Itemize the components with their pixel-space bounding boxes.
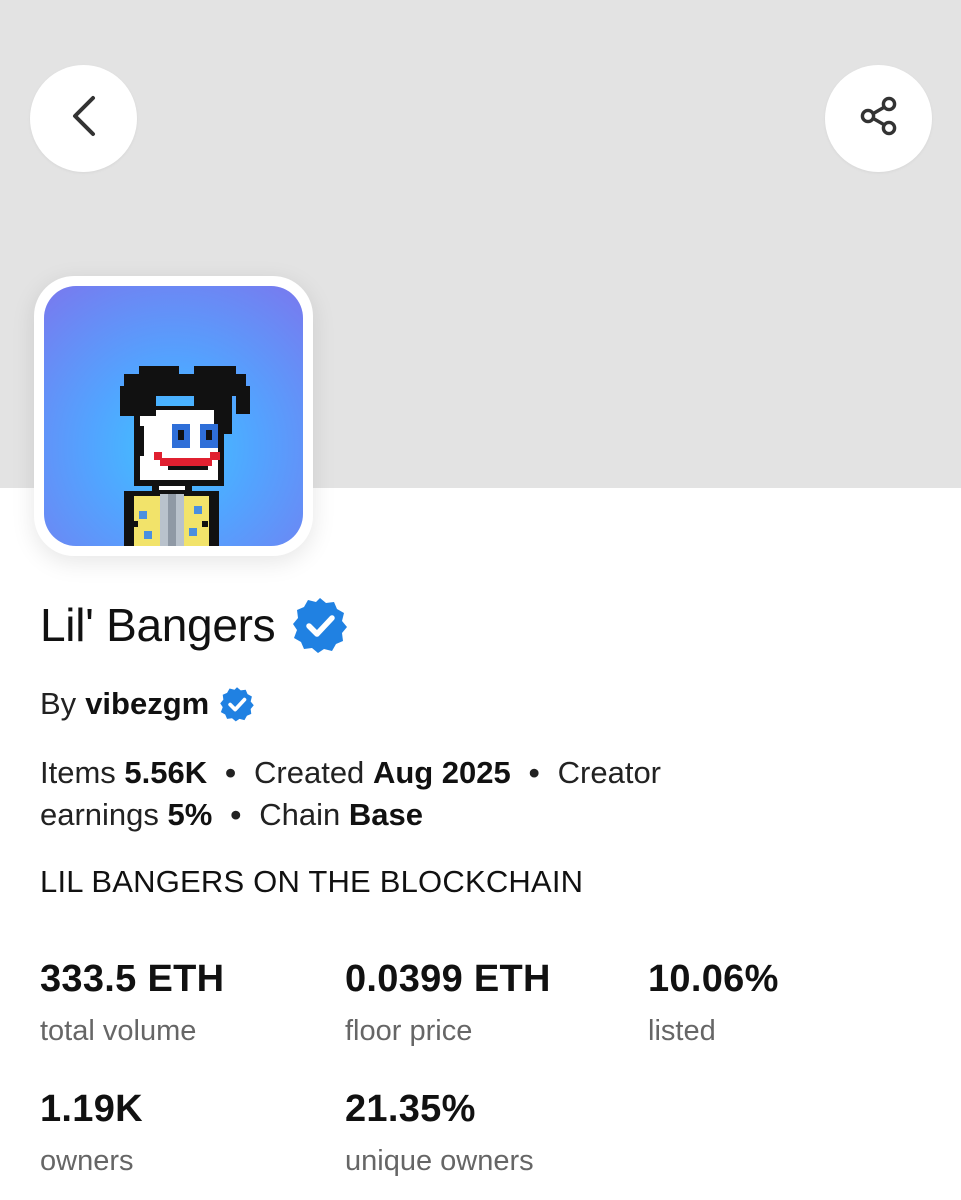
collection-name: Lil' Bangers xyxy=(40,599,276,651)
creator-link[interactable]: vibezgm xyxy=(85,686,209,722)
chevron-left-icon xyxy=(69,94,99,143)
chain-value: Base xyxy=(348,797,423,832)
separator-dot: • xyxy=(528,755,540,790)
earnings-label-1: Creator xyxy=(557,755,662,790)
stat-total-volume: 333.5 ETH total volume xyxy=(40,958,224,1048)
collection-meta: Items 5.56K • Created Aug 2025 • Creator ear… xyxy=(40,752,900,836)
stat-label: total volume xyxy=(40,1015,197,1047)
stat-owners: 1.19K owners xyxy=(40,1088,143,1178)
share-icon xyxy=(857,94,901,143)
stat-label: listed xyxy=(648,1015,716,1047)
stat-value: 0.0399 ETH xyxy=(345,958,551,1000)
chain-label: Chain xyxy=(259,797,341,832)
share-button[interactable] xyxy=(825,65,932,172)
collection-avatar-frame xyxy=(34,276,313,556)
stat-value: 10.06% xyxy=(648,958,779,1000)
stat-floor-price: 0.0399 ETH floor price xyxy=(345,958,551,1048)
verified-badge-icon xyxy=(291,596,349,654)
separator-dot: • xyxy=(225,755,237,790)
creator-verified-badge-icon xyxy=(219,686,255,722)
created-value: Aug 2025 xyxy=(372,755,511,790)
earnings-label-2: earnings xyxy=(40,797,159,832)
creator-row: By vibezgm xyxy=(40,686,255,722)
collection-title-row: Lil' Bangers xyxy=(40,596,349,654)
separator-dot: • xyxy=(230,797,242,832)
stat-label: unique owners xyxy=(345,1145,534,1177)
stat-value: 1.19K xyxy=(40,1088,143,1130)
by-label: By xyxy=(40,686,77,721)
stat-value: 333.5 ETH xyxy=(40,958,225,1000)
stat-listed: 10.06% listed xyxy=(648,958,779,1048)
items-value: 5.56K xyxy=(124,755,208,790)
earnings-value: 5% xyxy=(167,797,213,832)
back-button[interactable] xyxy=(30,65,137,172)
stat-value: 21.35% xyxy=(345,1088,476,1130)
stat-label: floor price xyxy=(345,1015,473,1047)
stat-unique-owners: 21.35% unique owners xyxy=(345,1088,534,1178)
collection-description: LIL BANGERS ON THE BLOCKCHAIN xyxy=(40,864,584,899)
collection-avatar xyxy=(44,286,303,546)
items-label: Items xyxy=(40,755,116,790)
created-label: Created xyxy=(254,755,365,790)
stat-label: owners xyxy=(40,1145,134,1177)
